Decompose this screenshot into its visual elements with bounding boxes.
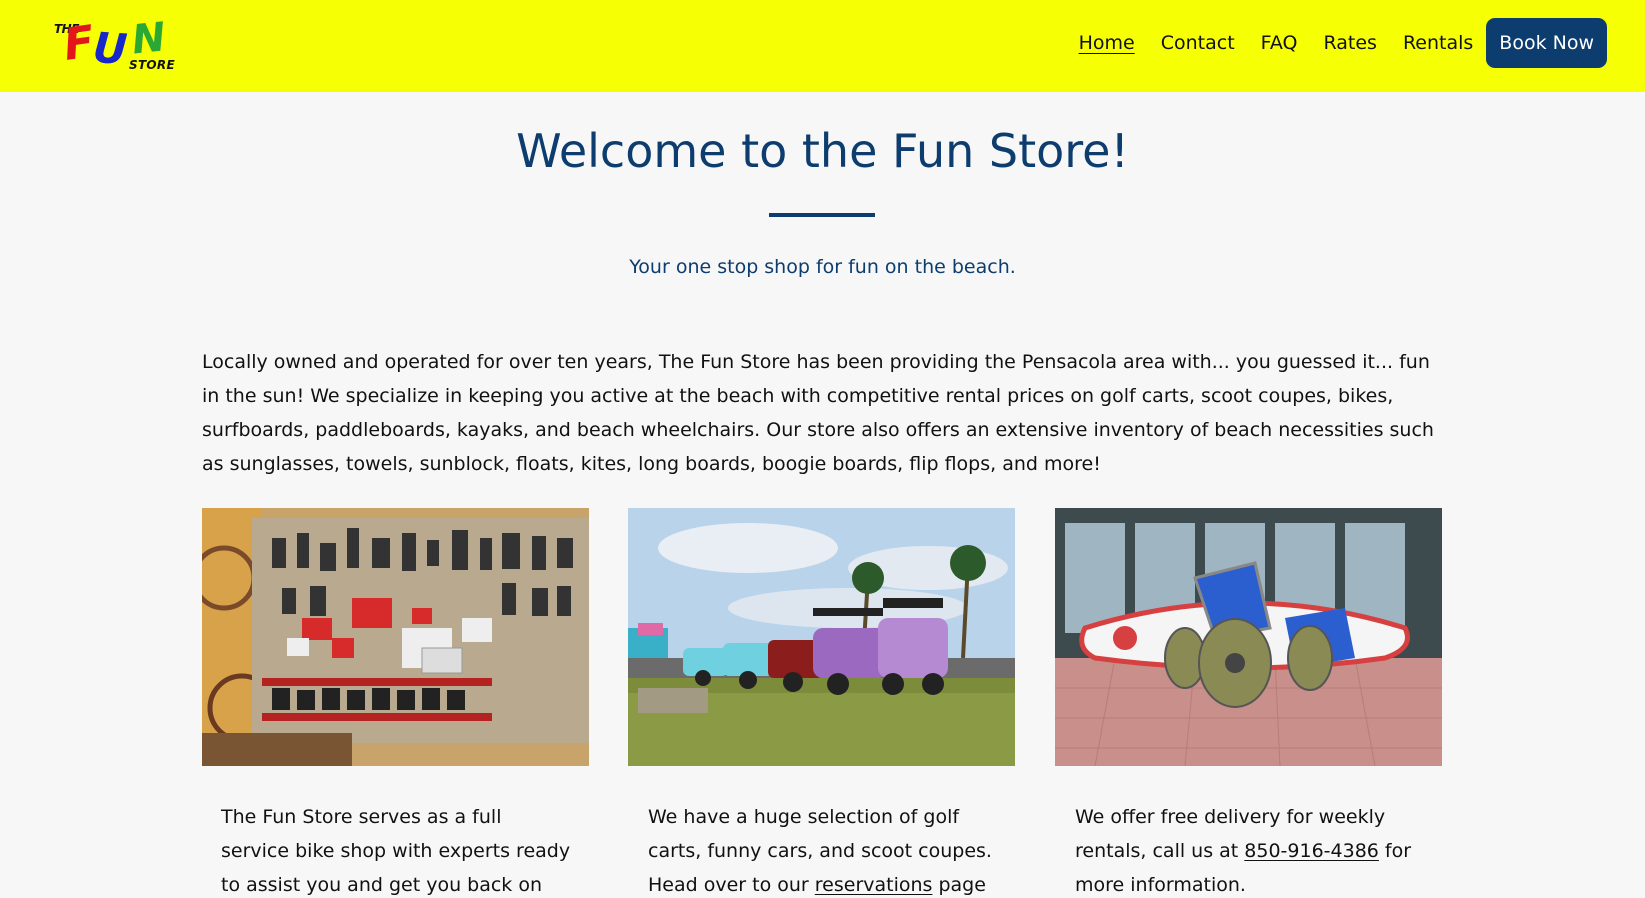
nav-rentals-link[interactable]: Rentals	[1403, 32, 1473, 54]
phone-link[interactable]: 850-916-4386	[1244, 840, 1379, 862]
book-now-button[interactable]: Book Now	[1486, 18, 1607, 68]
reservations-link[interactable]: reservations	[815, 874, 933, 896]
logo-letter-n: N	[129, 14, 168, 64]
page-title: Welcome to the Fun Store!	[516, 124, 1129, 178]
nav-faq-link[interactable]: FAQ	[1261, 32, 1298, 54]
bike-shop-photo	[202, 508, 589, 766]
card-bike-shop-text: The Fun Store serves as a full service b…	[221, 806, 571, 896]
nav-home-link[interactable]: Home	[1079, 32, 1135, 54]
title-divider	[769, 213, 875, 217]
logo-store-text: STORE	[129, 58, 175, 72]
logo-letter-u: U	[91, 22, 129, 75]
fun-store-logo[interactable]: THE F U N STORE	[52, 14, 187, 76]
main-nav: Home Contact FAQ Rates Rentals Book Now	[1053, 18, 1607, 68]
beach-wheelchair-photo	[1055, 508, 1442, 766]
card-golf-carts-text: We have a huge selection of golf carts, …	[648, 800, 998, 898]
site-header: THE F U N STORE Home Contact FAQ Rates R…	[0, 0, 1645, 92]
intro-paragraph: Locally owned and operated for over ten …	[202, 351, 1434, 475]
golf-carts-photo	[628, 508, 1015, 766]
nav-contact-link[interactable]: Contact	[1161, 32, 1235, 54]
nav-rates-link[interactable]: Rates	[1323, 32, 1376, 54]
card-delivery-text: We offer free delivery for weekly rental…	[1075, 800, 1425, 898]
tagline: Your one stop shop for fun on the beach.	[629, 256, 1016, 278]
